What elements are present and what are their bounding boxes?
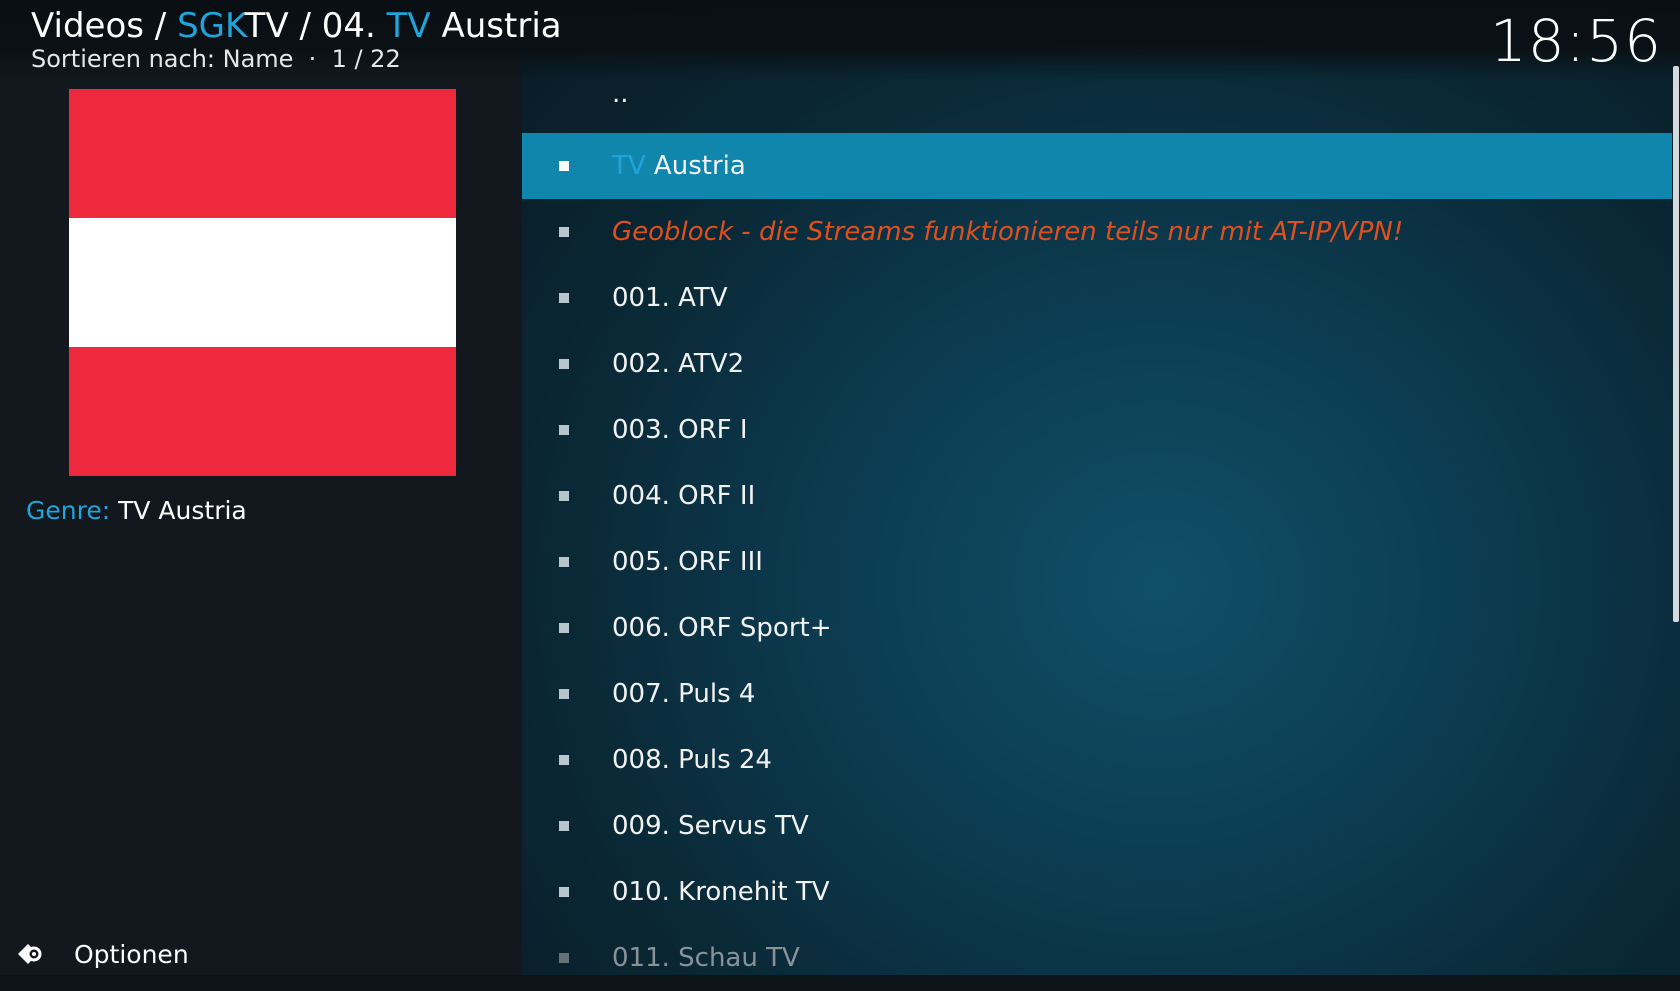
list-item[interactable]: 010. Kronehit TV xyxy=(522,859,1672,925)
list-bullet xyxy=(559,557,569,567)
flag-stripe-bottom xyxy=(69,347,456,476)
list-bullet xyxy=(559,689,569,699)
genre-info: Genre: TV Austria xyxy=(26,494,247,528)
list-item-label: 009. Servus TV xyxy=(612,811,809,841)
breadcrumb-tv-highlight: TV xyxy=(386,6,431,46)
list-item-label: 002. ATV2 xyxy=(612,349,745,379)
list-item-label: 007. Puls 4 xyxy=(612,679,756,709)
flag-stripe-middle xyxy=(69,218,456,347)
list-scrollbar[interactable] xyxy=(1673,66,1679,622)
clock: 18:56 xyxy=(1489,7,1662,75)
list-item-rest: Austria xyxy=(645,151,746,181)
list-bullet xyxy=(559,953,569,963)
list-item[interactable]: 006. ORF Sport+ xyxy=(522,595,1672,661)
list-item-selected[interactable]: TV Austria xyxy=(522,133,1672,199)
breadcrumb-videos: Videos xyxy=(31,6,144,46)
list-item[interactable]: 011. Schau TV xyxy=(522,925,1672,991)
breadcrumb-separator: / xyxy=(288,6,322,46)
austria-flag-thumbnail xyxy=(69,89,456,476)
list-item-label: Geoblock - die Streams funktionieren tei… xyxy=(612,217,1404,247)
list-bullet xyxy=(559,161,569,171)
list-bullet xyxy=(559,293,569,303)
genre-label: Genre: xyxy=(26,496,111,525)
channel-list: .. TV Austria Geoblock - die Streams fun… xyxy=(522,67,1672,991)
list-bullet xyxy=(559,755,569,765)
breadcrumb-sgk: SGK xyxy=(177,6,245,46)
breadcrumb-04: 04. xyxy=(321,6,387,46)
breadcrumb-tv: TV xyxy=(244,6,289,46)
list-item-highlight: TV xyxy=(612,151,646,181)
list-bullet xyxy=(559,359,569,369)
list-bullet xyxy=(559,623,569,633)
flag-stripe-top xyxy=(69,89,456,218)
list-item-label: 005. ORF III xyxy=(612,547,763,577)
list-item[interactable]: 009. Servus TV xyxy=(522,793,1672,859)
list-bullet xyxy=(559,821,569,831)
list-item[interactable]: 008. Puls 24 xyxy=(522,727,1672,793)
list-item[interactable]: 003. ORF I xyxy=(522,397,1672,463)
list-item-geoblock[interactable]: Geoblock - die Streams funktionieren tei… xyxy=(522,199,1672,265)
list-item-label: 001. ATV xyxy=(612,283,728,313)
list-item-parent[interactable]: .. xyxy=(522,67,1672,133)
list-bullet xyxy=(559,887,569,897)
list-item-label: 003. ORF I xyxy=(612,415,748,445)
list-item[interactable]: 004. ORF II xyxy=(522,463,1672,529)
list-bullet xyxy=(559,425,569,435)
list-item[interactable]: 001. ATV xyxy=(522,265,1672,331)
gear-icon xyxy=(18,944,42,964)
options-button[interactable]: Optionen xyxy=(12,938,189,970)
breadcrumb-austria: Austria xyxy=(430,6,562,46)
list-item-label: 006. ORF Sport+ xyxy=(612,613,832,643)
breadcrumb: Videos / SGKTV / 04. TV Austria xyxy=(31,4,562,48)
options-label: Optionen xyxy=(74,939,189,969)
list-bullet xyxy=(559,491,569,501)
list-item-label: .. xyxy=(612,79,629,109)
list-bullet xyxy=(559,227,569,237)
list-item-label: 008. Puls 24 xyxy=(612,745,772,775)
sort-info: Sortieren nach: Name · 1 / 22 xyxy=(31,45,401,73)
list-item-label: 010. Kronehit TV xyxy=(612,877,830,907)
list-item[interactable]: 007. Puls 4 xyxy=(522,661,1672,727)
list-item[interactable]: 002. ATV2 xyxy=(522,331,1672,397)
list-item[interactable]: 005. ORF III xyxy=(522,529,1672,595)
list-item-label: 004. ORF II xyxy=(612,481,756,511)
list-item-label: TV Austria xyxy=(612,151,746,181)
genre-value: TV Austria xyxy=(118,496,247,525)
breadcrumb-separator: / xyxy=(143,6,178,46)
list-item-label: 011. Schau TV xyxy=(612,943,800,973)
